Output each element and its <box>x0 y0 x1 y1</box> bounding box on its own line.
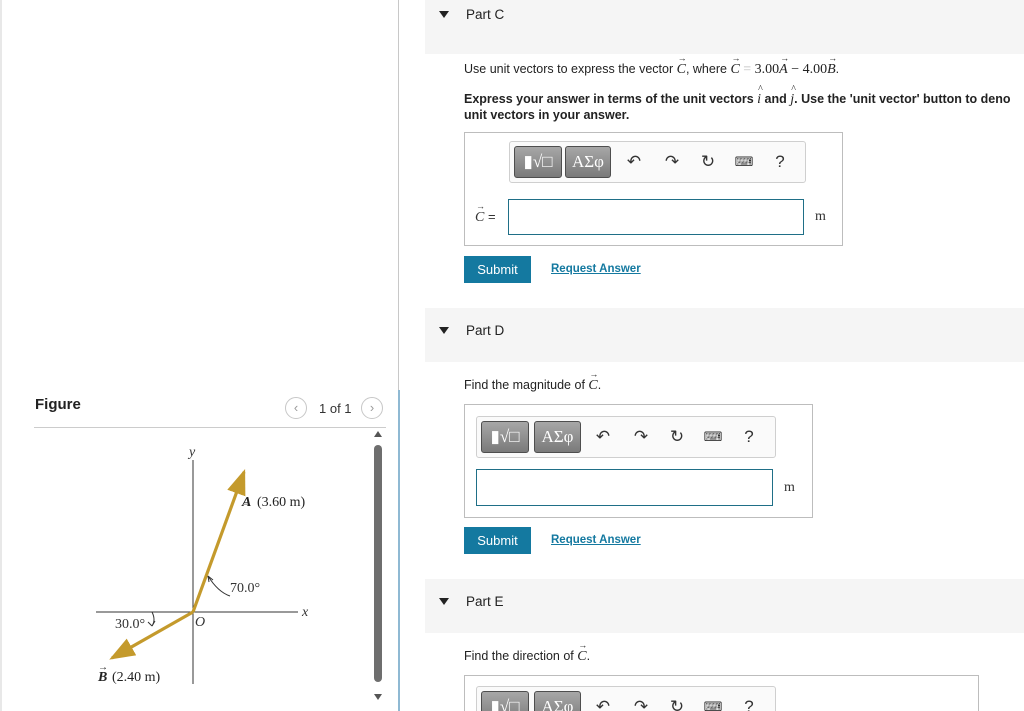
part-c-instructions: Express your answer in terms of the unit… <box>464 84 1011 108</box>
instruction-text: . Use the 'unit vector' button to deno <box>794 92 1011 106</box>
question-text: Use unit vectors to express the vector <box>464 62 674 76</box>
part-c-request-answer-link[interactable]: Request Answer <box>551 263 641 275</box>
templates-button[interactable]: ▮√□ <box>481 691 529 711</box>
question-end: . <box>835 62 840 76</box>
unit-vector-i-symbol: i <box>757 84 763 108</box>
part-d-answer-box: ▮√□ ΑΣφ ↶ ↷ ↻ ⌨ ? m <box>464 404 813 518</box>
angle-a-label: 70.0° <box>230 581 260 596</box>
unit-label: m <box>815 209 826 224</box>
help-button[interactable]: ? <box>770 152 790 172</box>
caret-down-icon[interactable] <box>439 598 449 605</box>
symbols-button[interactable]: ΑΣφ <box>534 691 581 711</box>
redo-icon[interactable]: ↷ <box>631 427 651 447</box>
figure-title: Figure <box>35 396 81 413</box>
unit-vector-j-symbol: j <box>790 84 796 108</box>
vector-b-magnitude: (2.40 m) <box>112 670 161 685</box>
templates-icon: ▮√□ <box>490 697 520 711</box>
vector-c-symbol: C <box>677 53 687 78</box>
reset-icon[interactable]: ↻ <box>698 152 718 172</box>
question-text: Find the direction of <box>464 649 574 663</box>
keyboard-icon[interactable]: ⌨ <box>734 152 754 172</box>
vector-a-magnitude: (3.60 m) <box>257 495 306 510</box>
part-c-header[interactable]: Part C <box>425 0 1024 54</box>
pane-divider-highlight <box>398 390 400 711</box>
part-e-answer-box: ▮√□ ΑΣφ ↶ ↷ ↻ ⌨ ? <box>464 675 979 711</box>
instruction-text: Express your answer in terms of the unit… <box>464 92 754 106</box>
redo-icon[interactable]: ↷ <box>631 697 651 711</box>
part-d-submit-button[interactable]: Submit <box>464 527 531 554</box>
coefficient-b: − 4.00 <box>791 62 828 77</box>
templates-button[interactable]: ▮√□ <box>514 146 562 178</box>
chevron-right-icon: › <box>369 400 375 415</box>
reset-icon[interactable]: ↻ <box>667 697 687 711</box>
part-c-title: Part C <box>466 7 505 22</box>
scroll-up-arrow-icon[interactable] <box>374 431 382 437</box>
part-e-title: Part E <box>466 594 504 609</box>
question-where: , where <box>685 62 727 76</box>
unit-label: m <box>784 480 795 495</box>
caret-down-icon[interactable] <box>439 327 449 334</box>
vector-c-symbol: C <box>475 201 485 226</box>
part-e-question: Find the direction of C. <box>464 640 591 665</box>
coefficient-a: 3.00 <box>754 62 780 77</box>
origin-label: O <box>195 615 205 630</box>
undo-icon[interactable]: ↶ <box>593 697 613 711</box>
keyboard-icon[interactable]: ⌨ <box>703 697 723 711</box>
undo-icon[interactable]: ↶ <box>624 152 644 172</box>
question-end: . <box>597 378 602 392</box>
equals-sign: = <box>487 209 496 224</box>
question-text: Find the magnitude of <box>464 378 585 392</box>
figure-divider <box>34 427 386 428</box>
part-c-answer-input[interactable] <box>508 199 804 235</box>
vector-a-letter: A <box>241 495 251 510</box>
part-d-answer-input[interactable] <box>476 469 773 506</box>
prev-figure-button[interactable]: ‹ <box>285 397 307 419</box>
scroll-thumb[interactable] <box>374 445 382 682</box>
math-toolbar: ▮√□ ΑΣφ ↶ ↷ ↻ ⌨ ? <box>509 141 806 183</box>
vector-figure: y x O 70.0° 30.0° → A (3.60 m) → B (2.40… <box>96 445 309 685</box>
part-c-instructions-line2: unit vectors in your answer. <box>464 108 630 122</box>
symbols-button[interactable]: ΑΣφ <box>534 421 581 453</box>
math-toolbar: ▮√□ ΑΣφ ↶ ↷ ↻ ⌨ ? <box>476 686 776 711</box>
part-c-answer-box: ▮√□ ΑΣφ ↶ ↷ ↻ ⌨ ? C = m <box>464 132 843 246</box>
angle-b-label: 30.0° <box>115 617 145 632</box>
scroll-down-arrow-icon[interactable] <box>374 694 382 700</box>
instruction-and: and <box>764 92 787 106</box>
x-axis-label: x <box>301 605 309 620</box>
help-button[interactable]: ? <box>739 427 759 447</box>
part-e-header[interactable]: Part E <box>425 579 1024 633</box>
templates-icon: ▮√□ <box>523 152 553 171</box>
question-end: . <box>586 649 591 663</box>
part-d-title: Part D <box>466 323 505 338</box>
math-toolbar: ▮√□ ΑΣφ ↶ ↷ ↻ ⌨ ? <box>476 416 776 458</box>
vector-c-symbol: C <box>588 369 598 394</box>
undo-icon[interactable]: ↶ <box>593 427 613 447</box>
templates-icon: ▮√□ <box>490 427 520 446</box>
part-d-request-answer-link[interactable]: Request Answer <box>551 534 641 546</box>
figure-pager: 1 of 1 <box>319 401 352 416</box>
part-d-question: Find the magnitude of C. <box>464 369 602 394</box>
answer-variable-label: C = <box>475 201 496 226</box>
reset-icon[interactable]: ↻ <box>667 427 687 447</box>
vector-b-letter: B <box>97 670 107 685</box>
chevron-left-icon: ‹ <box>293 400 299 415</box>
part-c-submit-button[interactable]: Submit <box>464 256 531 283</box>
keyboard-icon[interactable]: ⌨ <box>703 427 723 447</box>
vector-a-symbol: A <box>779 53 789 78</box>
part-d-header[interactable]: Part D <box>425 308 1024 362</box>
vector-c-symbol: C <box>730 53 740 78</box>
part-c-question: Use unit vectors to express the vector C… <box>464 53 840 78</box>
caret-down-icon[interactable] <box>439 11 449 18</box>
vector-b-symbol: B <box>827 53 837 78</box>
vector-c-symbol: C <box>577 640 587 665</box>
redo-icon[interactable]: ↷ <box>662 152 682 172</box>
templates-button[interactable]: ▮√□ <box>481 421 529 453</box>
y-axis-label: y <box>187 445 196 460</box>
equals-sign: = <box>743 62 752 77</box>
next-figure-button[interactable]: › <box>361 397 383 419</box>
left-edge <box>0 0 2 711</box>
symbols-button[interactable]: ΑΣφ <box>565 146 611 178</box>
help-button[interactable]: ? <box>739 697 759 711</box>
